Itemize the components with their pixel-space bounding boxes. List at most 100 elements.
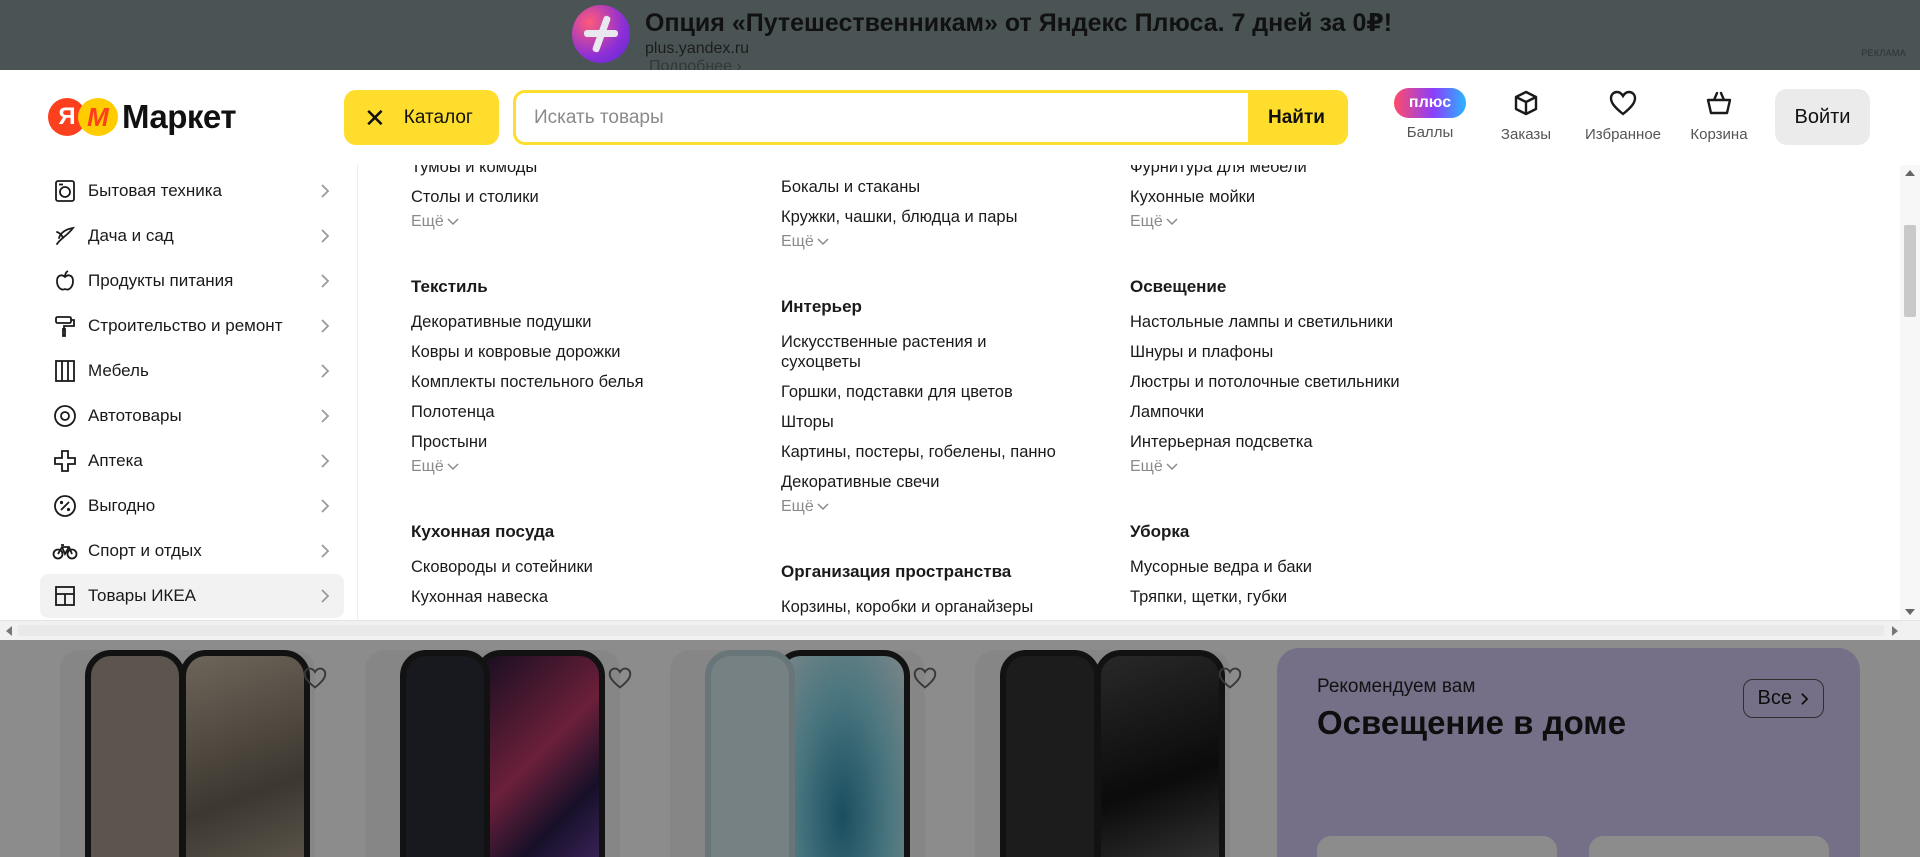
vertical-scrollbar[interactable] [1900,165,1920,620]
ad-subline: plus.yandex.ru Подробнее › [645,40,749,75]
category-link[interactable]: Шнуры и плафоны [1130,342,1273,362]
category-heading[interactable]: Интерьер [781,297,862,317]
catalog-button[interactable]: ✕ Каталог [344,90,499,145]
sidebar-item-garden[interactable]: Дача и сад [40,214,344,258]
catalog-label: Каталог [403,106,473,128]
sidebar-item-label: Мебель [88,361,149,380]
category-link[interactable]: Ковры и ковровые дорожки [411,342,621,362]
category-link[interactable]: Комплекты постельного белья [411,372,644,392]
orders-link[interactable]: Заказы [1486,86,1566,143]
favorites-link[interactable]: Избранное [1583,86,1663,143]
category-heading[interactable]: Текстиль [411,277,488,297]
more-label: Ещё [1130,213,1163,230]
more-button[interactable]: Ещё [781,498,829,516]
category-link[interactable]: Искусственные растения и [781,332,986,352]
search-button[interactable]: Найти [1248,93,1345,142]
login-button[interactable]: Войти [1775,89,1870,145]
category-link[interactable]: Полотенца [411,402,495,422]
chevron-right-icon [321,409,330,423]
logo-text: Маркет [122,98,237,135]
category-link[interactable]: сухоцветы [781,352,861,372]
category-link[interactable]: Тумбы и комоды [411,165,537,177]
sidebar-item-pharmacy[interactable]: Аптека [40,439,344,483]
more-button[interactable]: Ещё [1130,458,1178,476]
horizontal-scrollbar[interactable] [0,620,1920,640]
category-link[interactable]: Бокалы и стаканы [781,177,920,197]
scroll-down-icon[interactable] [1905,609,1915,615]
category-link[interactable]: Фурнитура для мебели [1130,165,1307,177]
more-button[interactable]: Ещё [411,213,459,231]
ad-banner[interactable]: Опция «Путешественникам» от Яндекс Плюса… [0,0,1920,75]
category-link[interactable]: Горшки, подставки для цветов [781,382,1013,402]
scroll-up-icon[interactable] [1905,170,1915,176]
chevron-down-icon [817,238,829,246]
cart-label: Корзина [1690,126,1748,143]
sidebar-item-food[interactable]: Продукты питания [40,259,344,303]
sidebar-item-label: Автотовары [88,406,182,425]
more-label: Ещё [781,233,814,250]
chevron-right-icon [321,364,330,378]
category-heading[interactable]: Освещение [1130,277,1226,297]
category-link[interactable]: Кухонные мойки [1130,187,1255,207]
cart-link[interactable]: Корзина [1679,86,1759,143]
apple-icon [52,268,78,294]
more-button[interactable]: Ещё [781,233,829,251]
sidebar-item-sport[interactable]: Спорт и отдых [40,529,344,573]
scroll-left-icon[interactable] [6,626,12,636]
appliance-icon [52,178,78,204]
catalog-panel: Бытовая техника Дача и сад Продукты пита… [0,165,1920,620]
wheel-icon [52,403,78,429]
category-link[interactable]: Люстры и потолочные светильники [1130,372,1400,392]
more-label: Ещё [411,213,444,230]
chevron-down-icon [447,218,459,226]
category-heading[interactable]: Организация пространства [781,562,1011,582]
market-logo[interactable]: Я М Маркет [48,97,237,137]
category-link[interactable]: Столы и столики [411,187,539,207]
more-button[interactable]: Ещё [1130,213,1178,231]
close-icon: ✕ [364,102,386,133]
sidebar-item-auto[interactable]: Автотовары [40,394,344,438]
points-link[interactable]: плюс Баллы [1390,86,1470,141]
category-link[interactable]: Мусорные ведра и баки [1130,557,1312,577]
cross-icon [52,448,78,474]
category-link[interactable]: Настольные лампы и светильники [1130,312,1393,332]
sidebar-item-ikea[interactable]: Товары ИКЕА [40,574,344,618]
overlay-dim[interactable] [0,640,1920,857]
search-bar: Найти [513,90,1348,145]
category-link[interactable]: Тряпки, щетки, губки [1130,587,1287,607]
category-link[interactable]: Лампочки [1130,402,1204,422]
category-link[interactable]: Сковороды и сотейники [411,557,593,577]
sidebar-item-construction[interactable]: Строительство и ремонт [40,304,344,348]
scrollbar-thumb[interactable] [18,625,1884,636]
logo-m-icon: М [78,98,118,136]
chevron-down-icon [817,503,829,511]
favorites-label: Избранное [1584,126,1662,143]
category-link[interactable]: Картины, постеры, гобелены, панно [781,442,1056,462]
sidebar-item-deals[interactable]: Выгодно [40,484,344,528]
scrollbar-thumb[interactable] [1904,225,1916,317]
chevron-right-icon [321,454,330,468]
category-link[interactable]: Кружки, чашки, блюдца и пары [781,207,1017,227]
category-link[interactable]: Простыни [411,432,487,452]
percent-icon [52,493,78,519]
plus-badge: плюс [1394,88,1466,118]
more-button[interactable]: Ещё [411,458,459,476]
ad-title[interactable]: Опция «Путешественникам» от Яндекс Плюса… [645,8,1392,38]
sidebar-item-furniture[interactable]: Мебель [40,349,344,393]
category-link[interactable]: Шторы [781,412,834,432]
search-input[interactable] [516,93,1251,142]
scroll-right-icon[interactable] [1892,626,1898,636]
ikea-shelf-icon [52,583,78,609]
category-link[interactable]: Декоративные свечи [781,472,939,492]
paint-roller-icon [52,313,78,339]
category-link[interactable]: Декоративные подушки [411,312,592,332]
category-heading[interactable]: Кухонная посуда [411,522,554,542]
category-link[interactable]: Интерьерная подсветка [1130,432,1313,452]
sidebar-item-label: Товары ИКЕА [88,586,197,605]
chevron-right-icon [321,184,330,198]
category-link[interactable]: Кухонная навеска [411,587,548,607]
category-link[interactable]: Корзины, коробки и органайзеры [781,597,1033,617]
category-heading[interactable]: Уборка [1130,522,1189,542]
sidebar-item-appliances[interactable]: Бытовая техника [40,169,344,213]
ad-domain[interactable]: plus.yandex.ru [645,40,749,57]
